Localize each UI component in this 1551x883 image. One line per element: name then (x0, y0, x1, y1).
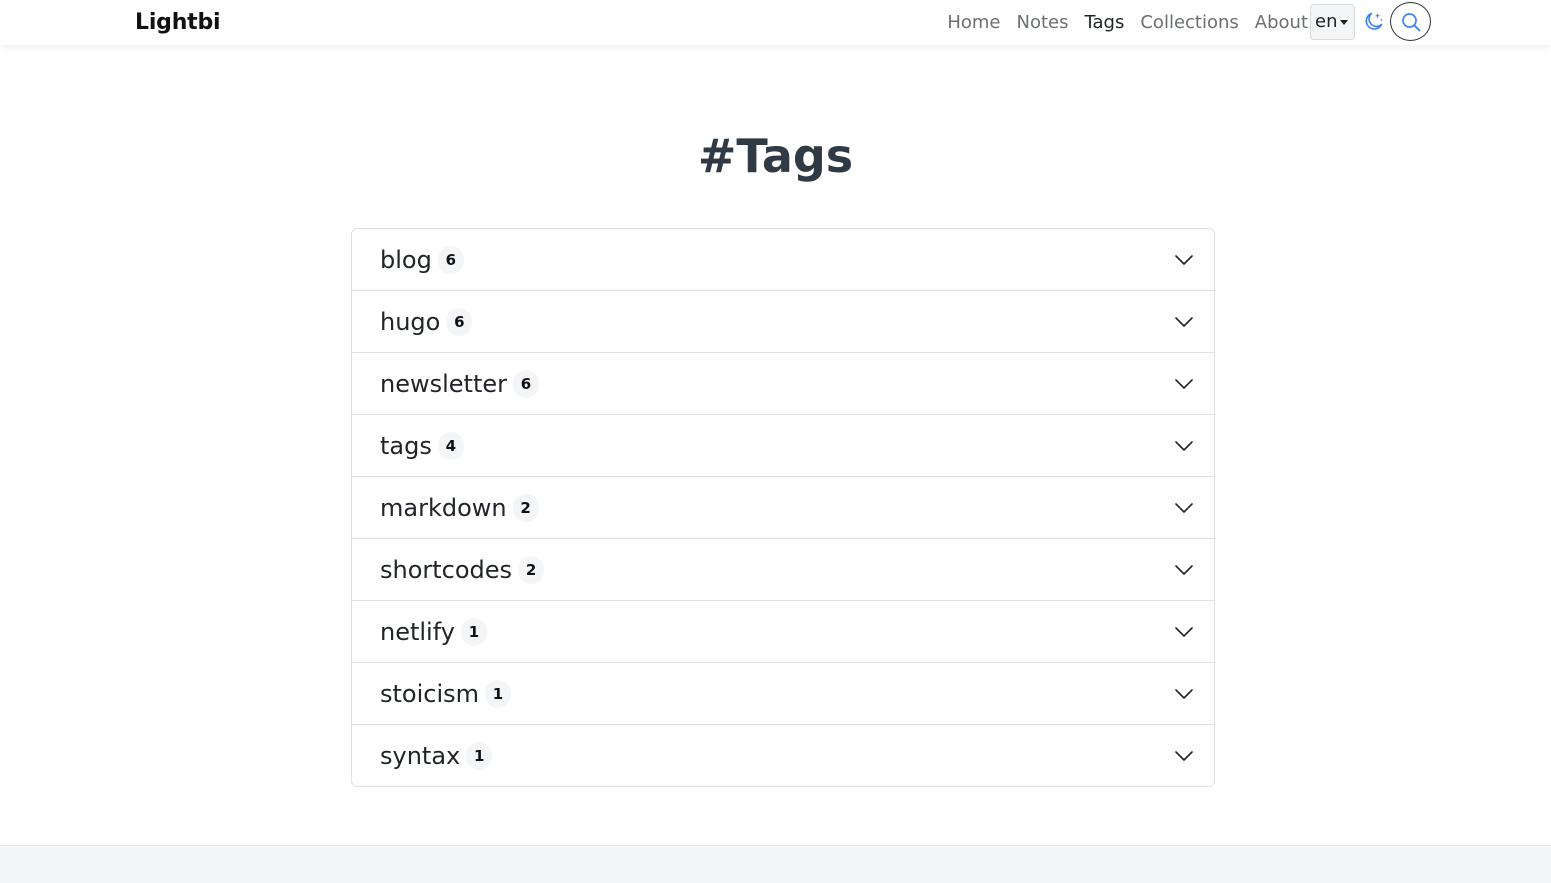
nav-home[interactable]: Home (947, 10, 1000, 36)
tag-name: shortcodes (380, 555, 513, 584)
tag-name: netlify (380, 617, 455, 646)
tag-count-badge: 4 (437, 431, 464, 460)
chevron-down-icon (1175, 751, 1193, 761)
accordion-item-tags[interactable]: tags 4 (352, 415, 1214, 477)
accordion-item-syntax[interactable]: syntax 1 (352, 725, 1214, 786)
tag-name: tags (380, 431, 432, 460)
accordion-item-hugo[interactable]: hugo 6 (352, 291, 1214, 353)
language-value: en (1315, 11, 1338, 32)
chevron-down-icon (1175, 565, 1193, 575)
nav-collections[interactable]: Collections (1140, 10, 1238, 36)
tag-count-badge: 1 (485, 679, 512, 708)
nav-tags[interactable]: Tags (1085, 10, 1125, 36)
brand-logo[interactable]: Lightbi (135, 9, 221, 37)
tag-count-badge: 1 (466, 741, 493, 770)
chevron-down-icon (1175, 255, 1193, 265)
chevron-down-icon (1175, 503, 1193, 513)
tag-name: blog (380, 245, 432, 274)
nav-notes[interactable]: Notes (1017, 10, 1069, 36)
chevron-down-icon (1175, 379, 1193, 389)
caret-down-icon (1340, 20, 1349, 25)
tag-count-badge: 6 (513, 369, 539, 398)
tag-name: syntax (380, 741, 461, 770)
search-button[interactable] (1390, 2, 1431, 41)
accordion-item-shortcodes[interactable]: shortcodes 2 (352, 539, 1214, 601)
tag-name: hugo (380, 307, 441, 336)
chevron-down-icon (1175, 441, 1193, 451)
accordion-item-newsletter[interactable]: newsletter 6 (352, 353, 1214, 415)
search-icon (1401, 12, 1420, 31)
navbar: Lightbi Home Notes Tags Collections Abou… (0, 0, 1551, 45)
tag-name: newsletter (380, 369, 507, 398)
theme-toggle-button[interactable] (1361, 10, 1385, 34)
tag-count-badge: 6 (446, 307, 473, 336)
tag-count-badge: 6 (437, 245, 464, 274)
chevron-down-icon (1175, 627, 1193, 637)
tag-count-badge: 1 (460, 617, 487, 646)
language-select[interactable]: en (1310, 4, 1355, 40)
tags-accordion: blog 6 hugo 6 newsletter 6 tags 4 markdo… (351, 228, 1215, 787)
tag-count-badge: 2 (512, 493, 539, 522)
accordion-item-stoicism[interactable]: stoicism 1 (352, 663, 1214, 725)
tag-name: stoicism (380, 679, 480, 708)
tag-name: markdown (380, 493, 507, 522)
chevron-down-icon (1175, 689, 1193, 699)
chevron-down-icon (1175, 317, 1193, 327)
moon-sparkle-icon (1365, 12, 1383, 30)
nav-about[interactable]: About (1255, 10, 1308, 36)
accordion-item-blog[interactable]: blog 6 (352, 229, 1214, 291)
footer (0, 845, 1551, 883)
nav-links: Home Notes Tags Collections About (947, 10, 1308, 36)
accordion-item-markdown[interactable]: markdown 2 (352, 477, 1214, 539)
tag-count-badge: 2 (518, 555, 545, 584)
page-title: #Tags (697, 129, 854, 183)
accordion-item-netlify[interactable]: netlify 1 (352, 601, 1214, 663)
